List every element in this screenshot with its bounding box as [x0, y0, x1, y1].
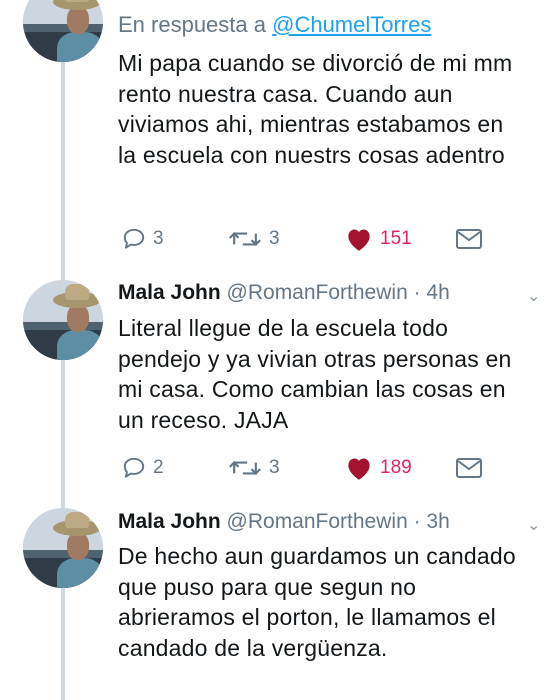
tweet-text: Literal llegue de la escuela todo pendej… [118, 315, 512, 433]
reply-mention-link[interactable]: @ChumelTorres [272, 12, 431, 37]
like-button[interactable]: 151 [344, 222, 412, 256]
tweet-actions: 2 3 189 [118, 451, 558, 485]
thread-connector [61, 62, 65, 280]
user-handle[interactable]: @RomanForthewin [227, 281, 408, 304]
retweet-arrows-icon [229, 461, 261, 475]
tweet-header: Mala John @RomanForthewin · 3h [118, 510, 450, 534]
retweet-button[interactable]: 3 [227, 451, 280, 485]
speech-bubble-icon [123, 457, 145, 478]
like-count: 151 [380, 228, 412, 249]
speech-bubble-icon [123, 228, 145, 249]
timestamp[interactable]: · 3h [414, 510, 450, 533]
display-name[interactable]: Mala John [118, 281, 221, 304]
retweet-arrows-icon [229, 232, 261, 246]
reply-button[interactable]: 2 [121, 451, 164, 485]
user-handle[interactable]: @RomanForthewin [227, 510, 408, 533]
reply-context: En respuesta a @ChumelTorres [118, 12, 431, 38]
reply-button[interactable]: 3 [121, 222, 164, 256]
direct-message-button[interactable] [455, 451, 483, 485]
thread-connector [61, 356, 65, 508]
heart-icon [348, 458, 370, 480]
tweet-header: Mala John @RomanForthewin · 4h [118, 281, 450, 305]
avatar[interactable] [23, 280, 103, 360]
reply-count: 2 [153, 457, 164, 478]
heart-icon [348, 229, 370, 251]
chevron-down-icon[interactable]: ⌄ [527, 286, 540, 306]
reply-count: 3 [153, 228, 164, 249]
retweet-count: 3 [269, 228, 280, 249]
retweet-count: 3 [269, 457, 280, 478]
timestamp[interactable]: · 4h [414, 281, 450, 304]
envelope-icon [456, 229, 482, 249]
envelope-icon [456, 458, 482, 478]
like-count: 189 [380, 457, 412, 478]
tweet-actions: 3 3 151 [118, 222, 558, 256]
retweet-button[interactable]: 3 [227, 222, 280, 256]
thread-connector [61, 586, 65, 700]
tweet-text: De hecho aun guardamos un candado que pu… [118, 543, 516, 661]
reply-prefix: En respuesta a [118, 12, 266, 37]
avatar[interactable] [23, 508, 103, 588]
direct-message-button[interactable] [455, 222, 483, 256]
chevron-down-icon[interactable]: ⌄ [527, 515, 540, 535]
like-button[interactable]: 189 [344, 451, 412, 485]
display-name[interactable]: Mala John [118, 510, 221, 533]
avatar[interactable] [23, 0, 103, 62]
tweet-text: Mi papa cuando se divorció de mi mm rent… [118, 50, 513, 168]
